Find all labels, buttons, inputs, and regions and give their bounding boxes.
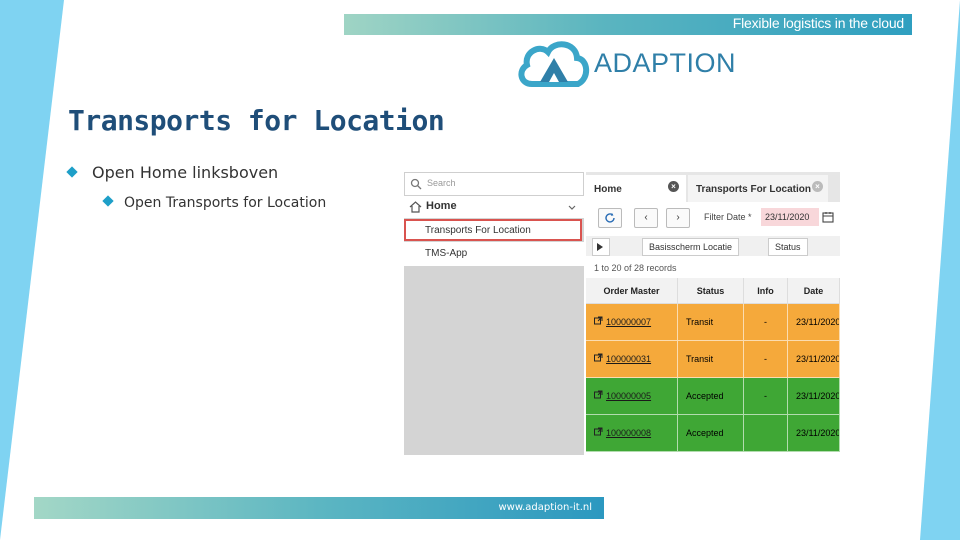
top-banner: Flexible logistics in the cloud [344,14,912,35]
nav-item-transports-for-location[interactable]: Transports For Location [404,219,582,241]
table-cell-date: 23/11/2020 [788,304,840,341]
chevron-down-icon [568,205,576,210]
external-link-icon [594,390,603,399]
tab-transports-for-location[interactable]: Transports For Location × [688,175,828,202]
column-header[interactable]: Status [678,278,744,304]
tab-label: Home [594,184,622,195]
table-cell-date: 23/11/2020 [788,378,840,415]
table-cell-info: - [744,378,788,415]
filter-date-label: Filter Date * [704,212,752,222]
banner-tagline: Flexible logistics in the cloud [732,15,904,31]
home-icon [409,201,422,213]
close-icon[interactable]: × [812,181,823,192]
table-cell-date: 23/11/2020 [788,341,840,378]
nav-search-input[interactable]: Search [404,172,584,196]
tab-bar: Home × Transports For Location × [586,172,840,202]
table-row[interactable]: 100000005 Accepted -23/11/2020 [586,378,840,415]
sub-bullet-item: Open Transports for Location [102,195,327,211]
refresh-icon [605,213,615,223]
next-button[interactable]: › [666,208,690,228]
records-count: 1 to 20 of 28 records [594,263,677,273]
order-link[interactable]: 100000008 [606,428,651,438]
table-cell-info [744,415,788,452]
diamond-bullet-icon [66,165,78,178]
column-header[interactable]: Info [744,278,788,304]
table-cell-order[interactable]: 100000031 [586,341,678,378]
external-link-icon [594,427,603,436]
table-row[interactable]: 100000007 Transit -23/11/2020 [586,304,840,341]
table-cell-status: Transit [678,341,744,378]
tab-label: Transports For Location [696,184,812,195]
right-edge-decoration [920,0,960,540]
table-cell-status: Accepted [678,378,744,415]
nav-item-label: Transports For Location [425,225,531,236]
view-chip-status[interactable]: Status [768,238,808,256]
expand-button[interactable] [592,238,610,256]
left-edge-decoration [0,0,64,540]
table-cell-date: 23/11/2020 [788,415,840,452]
nav-item-tms-app[interactable]: TMS-App [404,242,584,266]
footer-url[interactable]: www.adaption-it.nl [498,502,592,513]
slide-title: Transports for Location [68,104,445,137]
table-cell-status: Transit [678,304,744,341]
search-icon [410,178,422,190]
external-link-icon [594,316,603,325]
logo-text: ADAPTION [594,48,737,78]
previous-button[interactable]: ‹ [634,208,658,228]
calendar-icon[interactable] [822,211,834,223]
table-cell-status: Accepted [678,415,744,452]
column-header[interactable]: Date [788,278,840,304]
bullet-text: Open Home linksboven [92,163,279,182]
external-link-icon [594,353,603,362]
search-placeholder: Search [427,178,456,188]
app-main-panel: Home × Transports For Location × ‹ › Fil… [586,172,840,455]
table-cell-order[interactable]: 100000007 [586,304,678,341]
close-icon[interactable]: × [668,181,679,192]
order-link[interactable]: 100000005 [606,391,651,401]
bullet-text: Open Transports for Location [124,195,327,211]
tab-home[interactable]: Home × [586,175,686,202]
nav-item-label: TMS-App [425,248,468,259]
nav-home-label: Home [426,200,457,212]
view-chip-basisscherm[interactable]: Basisscherm Locatie [642,238,740,256]
order-link[interactable]: 100000031 [606,354,651,364]
app-screenshot: Search Home Transports For Location TMS-… [404,172,840,455]
view-bar: Basisscherm Locatie Status [586,236,840,256]
bullet-item: Open Home linksboven [66,163,279,182]
table-header-row: Order Master Status Info Date [586,278,840,304]
bottom-banner: www.adaption-it.nl [34,497,604,519]
table-row[interactable]: 100000031 Transit -23/11/2020 [586,341,840,378]
refresh-button[interactable] [598,208,622,228]
table-cell-order[interactable]: 100000005 [586,378,678,415]
diamond-bullet-icon [102,195,114,207]
app-nav-panel: Search Home Transports For Location TMS-… [404,172,584,455]
order-link[interactable]: 100000007 [606,317,651,327]
table-cell-info: - [744,341,788,378]
table-cell-order[interactable]: 100000008 [586,415,678,452]
cloud-logo-icon [518,41,590,87]
filter-date-input[interactable]: 23/11/2020 [761,208,819,226]
play-icon [597,243,603,251]
nav-item-home[interactable]: Home [404,196,584,218]
toolbar: ‹ › Filter Date * 23/11/2020 [586,206,840,230]
table-row[interactable]: 100000008 Accepted 23/11/2020 [586,415,840,452]
column-header[interactable]: Order Master [586,278,678,304]
table-cell-info: - [744,304,788,341]
adaption-logo: ADAPTION [518,38,748,88]
